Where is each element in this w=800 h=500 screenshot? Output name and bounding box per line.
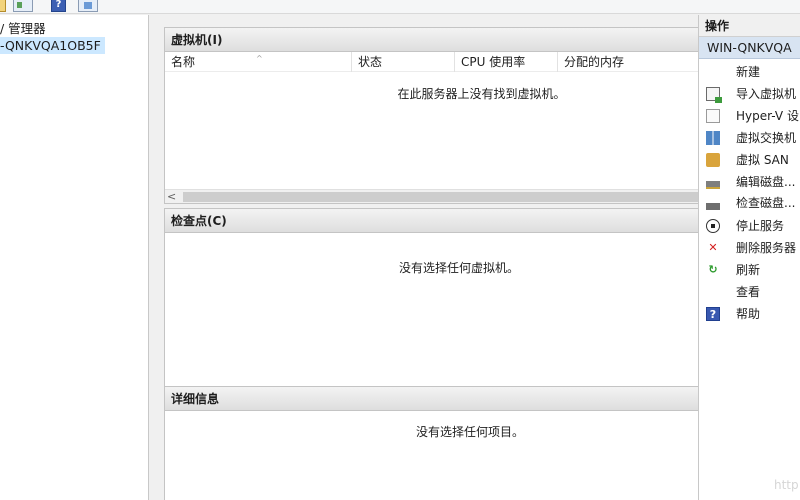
scroll-left-icon[interactable]: < [167,190,176,203]
action-label: Hyper-V 设 [736,109,799,123]
toolbar: ? [0,0,800,14]
navigation-tree: / 管理器 -QNKVQA1OB5F [0,15,149,500]
refresh-icon: ↻ [708,263,718,276]
column-header-name[interactable]: 名称 ^ [165,52,352,72]
action-label: 帮助 [736,307,761,321]
action-inspect-disk[interactable]: 检查磁盘... [699,193,800,213]
action-virtual-switch[interactable]: 虚拟交换机 [699,128,800,148]
action-virtual-san[interactable]: 虚拟 SAN [699,150,800,170]
actions-pane: 操作 WIN-QNKVQA 新建 导入虚拟机 Hyper-V 设 虚拟交换机 虚… [698,15,800,500]
sort-indicator-icon: ^ [256,54,263,63]
tree-item-hyperv-manager[interactable]: / 管理器 [0,20,46,37]
action-edit-disk[interactable]: 编辑磁盘... [699,172,800,192]
checkpoints-empty-message: 没有选择任何虚拟机。 [398,261,519,275]
delete-icon: ✕ [708,241,718,254]
action-label: 虚拟 SAN [736,153,789,167]
action-view[interactable]: 查看 [699,282,800,302]
stop-icon [706,219,720,233]
vm-column-headers: 名称 ^ 状态 CPU 使用率 分配的内存 [165,52,703,72]
action-remove-server[interactable]: ✕ 删除服务器 [699,238,800,258]
actions-server-header[interactable]: WIN-QNKVQA [699,37,800,59]
details-title: 详细信息 [165,387,703,411]
inspect-disk-icon [706,196,720,210]
action-label: 停止服务 [736,219,785,233]
column-header-memory[interactable]: 分配的内存 [558,52,708,72]
column-header-state[interactable]: 状态 [352,52,455,72]
action-help[interactable]: ? 帮助 [699,304,800,324]
action-label: 查看 [736,285,761,299]
watermark: http [774,478,799,492]
hyperv-settings-icon [706,109,720,123]
action-label: 刷新 [736,263,761,277]
view-icon[interactable] [13,0,33,12]
main-content: 虚拟机(I) 名称 ^ 状态 CPU 使用率 分配的内存 在此服务器上没有找到虚… [155,15,704,500]
san-icon [706,153,720,167]
action-label: 导入虚拟机 [736,87,797,101]
action-stop-service[interactable]: 停止服务 [699,216,800,236]
checkpoints-title: 检查点(C) [165,209,703,233]
tree-item-server[interactable]: -QNKVQA1OB5F [0,37,105,54]
vm-empty-message: 在此服务器上没有找到虚拟机。 [397,87,566,101]
checkpoints-panel: 检查点(C) 没有选择任何虚拟机。 [164,208,704,387]
horizontal-scrollbar[interactable]: < [165,189,703,203]
help-icon: ? [706,307,720,321]
folder-icon[interactable] [0,0,6,12]
virtual-machines-title: 虚拟机(I) [165,28,703,52]
virtual-machines-panel: 虚拟机(I) 名称 ^ 状态 CPU 使用率 分配的内存 在此服务器上没有找到虚… [164,27,704,204]
import-icon [706,87,722,103]
action-label: 删除服务器 [736,241,797,255]
virtual-switch-icon [706,131,720,145]
edit-disk-icon [706,175,720,189]
action-import-vm[interactable]: 导入虚拟机 [699,84,800,104]
actions-title: 操作 [699,15,800,37]
action-label: 虚拟交换机 [736,131,797,145]
scrollbar-thumb[interactable] [183,192,703,202]
column-header-cpu[interactable]: CPU 使用率 [455,52,558,72]
action-refresh[interactable]: ↻ 刷新 [699,260,800,280]
action-label: 检查磁盘... [736,196,796,210]
details-empty-message: 没有选择任何项目。 [415,425,524,439]
action-label: 新建 [736,65,761,79]
panel-icon[interactable] [78,0,98,12]
action-new[interactable]: 新建 [699,62,800,82]
action-label: 编辑磁盘... [736,175,796,189]
action-hyperv-settings[interactable]: Hyper-V 设 [699,106,800,126]
details-panel: 详细信息 没有选择任何项目。 [164,386,704,500]
help-icon[interactable]: ? [51,0,66,12]
